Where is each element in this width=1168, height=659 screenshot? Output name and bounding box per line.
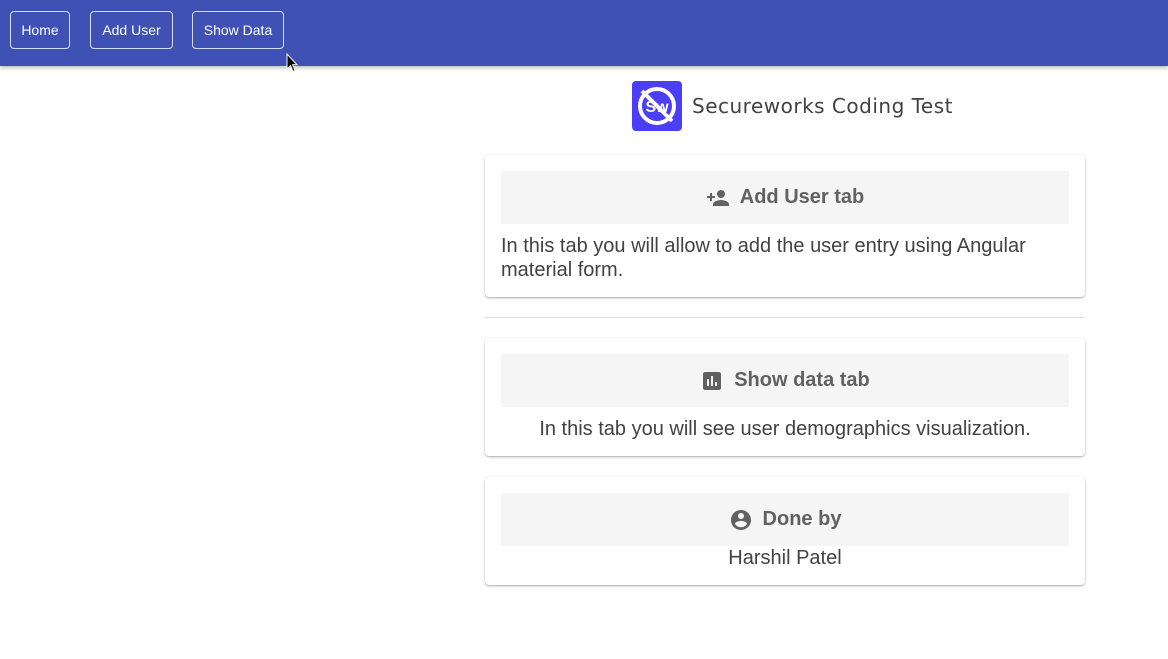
section-divider (485, 317, 1085, 318)
add-user-button[interactable]: Add User (90, 11, 173, 49)
secureworks-logo: Sw (632, 81, 682, 131)
logo-graphic: Sw (638, 87, 676, 125)
card-description: In this tab you will allow to add the us… (501, 235, 1026, 281)
author-name: Harshil Patel (728, 547, 842, 569)
add-user-card: Add User tab In this tab you will allow … (485, 155, 1085, 297)
card-title: Add User tab (739, 186, 865, 208)
home-button[interactable]: Home (10, 11, 70, 49)
bar-chart-icon (703, 371, 722, 390)
person-add-icon (706, 189, 729, 206)
show-data-card: Show data tab In this tab you will see u… (485, 338, 1085, 456)
card-description: In this tab you will see user demographi… (539, 418, 1031, 440)
card-title: Show data tab (734, 369, 870, 391)
page-title: Secureworks Coding Test (692, 94, 954, 118)
logo-text: Sw (645, 99, 669, 116)
card-header: Add User tab (501, 171, 1069, 224)
done-by-card: Done by Harshil Patel (485, 477, 1085, 585)
brand-header: Sw Secureworks Coding Test (632, 81, 953, 131)
card-header: Done by (501, 493, 1069, 546)
mouse-cursor-icon (286, 53, 298, 73)
card-header: Show data tab (501, 354, 1069, 407)
card-title: Done by (762, 508, 842, 530)
account-circle-icon (730, 509, 751, 530)
top-toolbar: Home Add User Show Data (0, 0, 1168, 66)
show-data-button[interactable]: Show Data (192, 11, 284, 49)
